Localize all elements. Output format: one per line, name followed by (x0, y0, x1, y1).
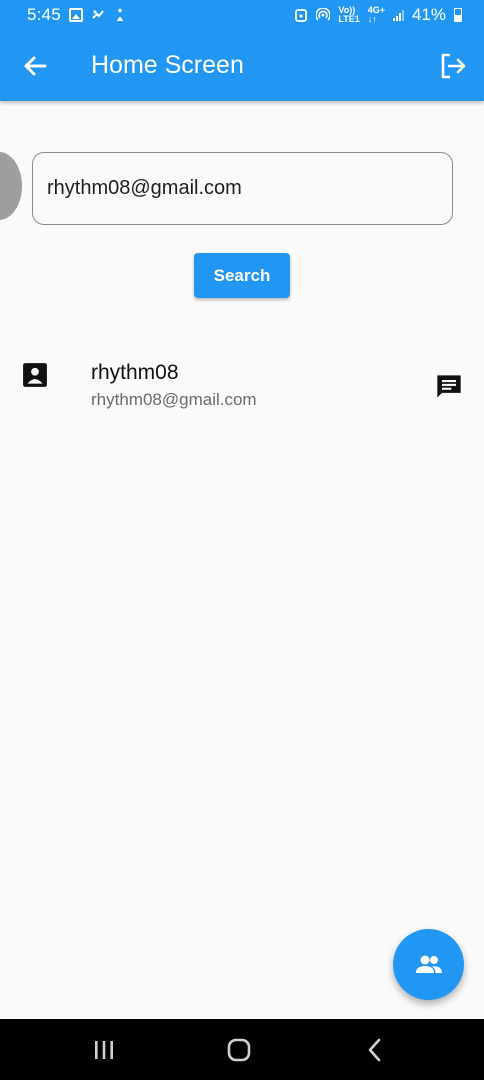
search-button[interactable]: Search (194, 253, 290, 298)
system-nav-bar (0, 1019, 484, 1080)
back-nav-icon (368, 1038, 381, 1062)
avatar (0, 152, 22, 220)
page-title: Home Screen (91, 51, 244, 79)
battery-icon (454, 8, 462, 22)
status-right: Vo)) LTE1 4G+ ↓↑ 41% (294, 5, 462, 25)
app-bar: Home Screen (0, 30, 484, 101)
status-time: 5:45 (27, 5, 61, 24)
group-icon (415, 955, 442, 973)
network-4g: 4G+ ↓↑ (368, 6, 385, 24)
home-screen: 5:45 Vo)) LTE1 4G+ ↓↑ 41% Home Screen rh… (0, 0, 484, 1080)
network-volte-bottom: LTE1 (338, 14, 360, 24)
hand-notification-icon (92, 10, 104, 19)
back-arrow-icon[interactable] (20, 51, 50, 81)
logout-icon[interactable] (438, 51, 468, 81)
battery-percentage: 41% (411, 5, 446, 24)
contact-icon (23, 363, 47, 387)
network-volte: Vo)) LTE1 (338, 6, 359, 24)
back-button[interactable] (358, 1033, 392, 1067)
hotspot-icon (316, 8, 331, 21)
status-left: 5:45 (27, 5, 127, 25)
home-icon (227, 1038, 251, 1062)
signal-strength-icon (392, 9, 404, 21)
status-bar: 5:45 Vo)) LTE1 4G+ ↓↑ 41% (0, 0, 484, 30)
network-4g-bottom: ↓↑ (367, 14, 377, 24)
chat-icon[interactable] (435, 373, 463, 401)
contact-name: rhythm08 (91, 361, 179, 384)
accessibility-notification-icon (116, 8, 123, 21)
list-item[interactable]: rhythm08 rhythm08@gmail.com (0, 345, 484, 425)
gallery-notification-icon (68, 8, 83, 22)
home-button[interactable] (222, 1033, 256, 1067)
recent-apps-button[interactable] (87, 1033, 121, 1067)
search-input[interactable] (32, 152, 453, 225)
contact-email: rhythm08@gmail.com (91, 390, 257, 409)
recents-icon (95, 1041, 113, 1059)
group-fab-button[interactable] (393, 929, 464, 1000)
alarm-icon (295, 9, 308, 22)
